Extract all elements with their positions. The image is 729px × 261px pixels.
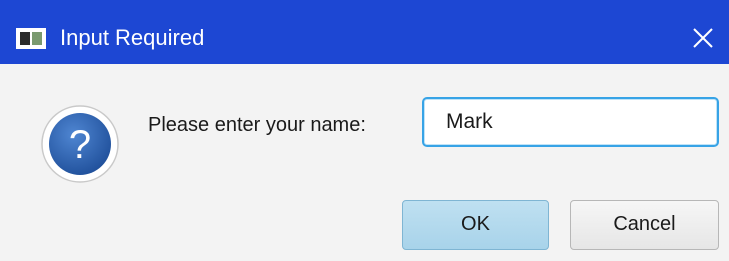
close-button[interactable] xyxy=(687,22,719,54)
name-input[interactable] xyxy=(422,97,719,147)
app-icon-right-panel xyxy=(32,32,42,45)
name-prompt-label: Please enter your name: xyxy=(148,114,366,136)
close-icon xyxy=(693,28,713,48)
cancel-button[interactable]: Cancel xyxy=(570,200,719,250)
dialog-body: ? Please enter your name: OK Cancel xyxy=(0,64,729,261)
window-title: Input Required xyxy=(60,25,205,50)
question-icon: ? xyxy=(40,104,120,184)
app-icon-left-panel xyxy=(20,32,30,45)
window-app-icon xyxy=(16,28,46,49)
question-glyph: ? xyxy=(69,123,91,167)
title-bar[interactable]: Input Required xyxy=(0,0,729,64)
input-dialog: Input Required ? Please enter your name:… xyxy=(0,0,729,261)
ok-button[interactable]: OK xyxy=(402,200,549,250)
